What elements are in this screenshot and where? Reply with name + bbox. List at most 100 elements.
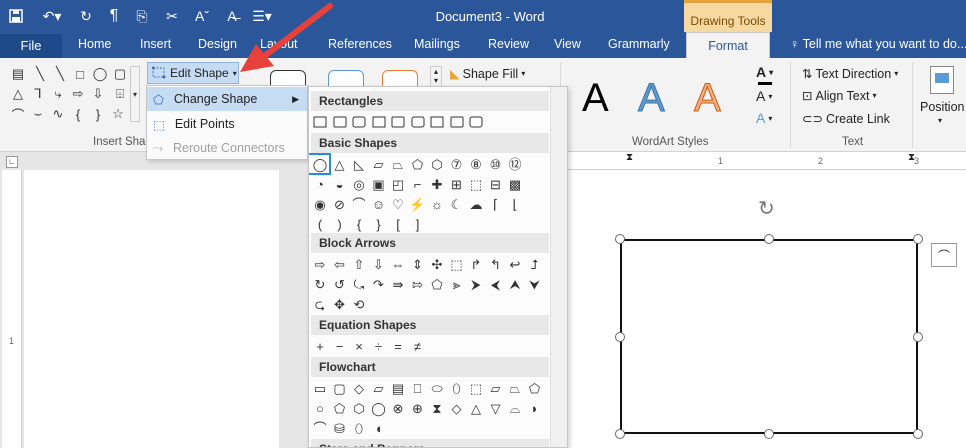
textbox-shape-icon[interactable]: ▤ xyxy=(10,66,26,82)
curve-shape-icon[interactable]: ∿ xyxy=(50,106,66,122)
flowchart-shape-icon[interactable]: ⏢ xyxy=(506,379,524,397)
wordart-black[interactable]: A xyxy=(582,76,609,121)
block-arrow-icon[interactable]: ⇩ xyxy=(370,255,388,273)
flowchart-shape-icon[interactable]: ◖ xyxy=(370,419,388,437)
block-arrow-icon[interactable]: ↰ xyxy=(487,255,505,273)
menu-item-change-shape[interactable]: ⬠ Change Shape ▶ xyxy=(147,87,307,111)
text-effects-button[interactable]: A ▾ xyxy=(756,110,772,126)
arc-shape-icon[interactable]: ⌒ xyxy=(10,106,26,123)
basic-shape-icon[interactable]: ♡ xyxy=(389,195,407,213)
undo-icon[interactable]: ↶▾ xyxy=(38,5,66,27)
block-arrow-icon[interactable]: ⇦ xyxy=(331,255,349,273)
basic-shape-icon[interactable]: ⌊ xyxy=(506,195,524,213)
block-arrow-icon[interactable]: ⬠ xyxy=(428,275,446,293)
resize-handle[interactable] xyxy=(764,429,774,439)
star-shape-icon[interactable]: ☆ xyxy=(110,106,126,122)
save-icon[interactable] xyxy=(6,5,26,27)
basic-shape-icon[interactable]: ⏢ xyxy=(389,155,407,173)
block-arrow-icon[interactable]: ⇰ xyxy=(409,275,427,293)
basic-shape-icon[interactable]: ⊞ xyxy=(448,175,466,193)
flowchart-shape-icon[interactable]: ⛁ xyxy=(331,419,349,437)
rectangle-shape-icon[interactable] xyxy=(467,113,485,131)
basic-shape-icon[interactable]: ⌈ xyxy=(487,195,505,213)
equation-shape-icon[interactable]: ÷ xyxy=(370,337,388,355)
basic-shape-icon[interactable]: ◉ xyxy=(311,195,329,213)
resize-handle[interactable] xyxy=(913,234,923,244)
flowchart-shape-icon[interactable]: ⌓ xyxy=(506,399,524,417)
connector-shape-icon[interactable]: ⅂ xyxy=(30,86,46,102)
layout-options-icon[interactable]: ⌒ xyxy=(931,243,957,267)
arrow-down-shape-icon[interactable]: ⇩ xyxy=(90,86,106,102)
block-arrow-icon[interactable]: ⤿ xyxy=(350,275,368,293)
list-icon[interactable]: ☰▾ xyxy=(250,5,274,27)
flowchart-shape-icon[interactable]: ◇ xyxy=(448,399,466,417)
equation-shape-icon[interactable]: ≠ xyxy=(409,337,427,355)
bracket-shape-icon[interactable]: ( xyxy=(311,215,329,233)
clear-format-icon[interactable]: A̶ xyxy=(222,5,242,27)
line-shape-icon[interactable]: ╲ xyxy=(52,66,68,82)
basic-shape-icon[interactable]: ☼ xyxy=(428,195,446,213)
arrow-right-shape-icon[interactable]: ⇨ xyxy=(70,86,86,102)
equation-shape-icon[interactable]: × xyxy=(350,337,368,355)
text-outline-button[interactable]: A ▾ xyxy=(756,88,772,104)
basic-shape-icon[interactable]: ☾ xyxy=(448,195,466,213)
resize-handle[interactable] xyxy=(615,332,625,342)
tab-selector-icon[interactable]: ∟ xyxy=(6,156,18,168)
block-arrow-icon[interactable]: ⮎ xyxy=(311,295,329,313)
flowchart-shape-icon[interactable]: ⏥ xyxy=(487,379,505,397)
basic-shape-icon[interactable]: ⬚ xyxy=(467,175,485,193)
text-direction-button[interactable]: ⇅ Text Direction ▾ xyxy=(802,66,898,82)
basic-shape-icon[interactable]: ▩ xyxy=(506,175,524,193)
flowchart-shape-icon[interactable]: ⬚ xyxy=(467,379,485,397)
block-arrow-icon[interactable]: ⮜ xyxy=(487,275,505,293)
basic-shape-icon[interactable]: ◎ xyxy=(350,175,368,193)
indent-marker-icon[interactable]: ⧗ xyxy=(626,152,633,163)
block-arrow-icon[interactable]: ⟲ xyxy=(350,295,368,313)
flowchart-shape-icon[interactable]: ▤ xyxy=(389,379,407,397)
block-arrow-icon[interactable]: ⇧ xyxy=(350,255,368,273)
flowchart-shape-icon[interactable]: ◇ xyxy=(350,379,368,397)
font-size-icon[interactable]: Aˇ xyxy=(192,5,212,27)
basic-shape-icon[interactable]: ⌒ xyxy=(350,195,368,213)
flowchart-shape-icon[interactable]: ◯ xyxy=(370,399,388,417)
basic-shape-icon[interactable]: ⊘ xyxy=(331,195,349,213)
equation-shape-icon[interactable]: = xyxy=(389,337,407,355)
equation-shape-icon[interactable]: − xyxy=(331,337,349,355)
flowchart-shape-icon[interactable]: ⬯ xyxy=(448,379,466,397)
align-text-button[interactable]: ⊡ Align Text ▾ xyxy=(802,88,876,104)
chevron-down-icon[interactable]: ▾ xyxy=(938,116,942,125)
block-arrow-icon[interactable]: ⮞ xyxy=(467,275,485,293)
basic-shape-icon[interactable]: ⑦ xyxy=(448,155,466,173)
block-arrow-icon[interactable]: ⮟ xyxy=(526,275,544,293)
resize-handle[interactable] xyxy=(913,429,923,439)
shape-fill-button[interactable]: ◣ Shape Fill ▾ xyxy=(450,66,525,82)
selected-rectangle-shape[interactable] xyxy=(620,239,918,434)
rectangle-shape-icon[interactable] xyxy=(350,113,368,131)
basic-shape-icon[interactable]: ◺ xyxy=(350,155,368,173)
basic-shape-icon[interactable]: ◯ xyxy=(311,155,329,173)
tab-design[interactable]: Design xyxy=(198,37,237,51)
tab-grammarly[interactable]: Grammarly xyxy=(608,37,670,51)
indent-marker-icon[interactable]: ⧗ xyxy=(908,152,915,163)
bracket-shape-icon[interactable]: ) xyxy=(331,215,349,233)
wordart-orange[interactable]: A xyxy=(694,76,722,121)
flowchart-shape-icon[interactable]: △ xyxy=(467,399,485,417)
block-arrow-icon[interactable]: ⇨ xyxy=(311,255,329,273)
basic-shape-icon[interactable]: ⊟ xyxy=(487,175,505,193)
basic-shape-icon[interactable]: ✚ xyxy=(428,175,446,193)
basic-shape-icon[interactable]: ⬡ xyxy=(428,155,446,173)
basic-shape-icon[interactable]: ⌐ xyxy=(409,175,427,193)
flowchart-shape-icon[interactable]: ⌒ xyxy=(311,419,329,437)
flowchart-shape-icon[interactable]: ▢ xyxy=(331,379,349,397)
redo-icon[interactable]: ↻ xyxy=(76,5,96,27)
cut-icon[interactable]: ✂ xyxy=(162,5,182,27)
flowchart-shape-icon[interactable]: ⊕ xyxy=(409,399,427,417)
block-arrow-icon[interactable]: ⮝ xyxy=(506,275,524,293)
block-arrow-icon[interactable]: ⪢ xyxy=(448,275,466,293)
flowchart-shape-icon[interactable]: ⧗ xyxy=(428,399,446,417)
tab-review[interactable]: Review xyxy=(488,37,529,51)
basic-shape-icon[interactable]: ⑩ xyxy=(487,155,505,173)
rectangle-shape-icon[interactable] xyxy=(389,113,407,131)
brace-shape-icon[interactable]: } xyxy=(90,106,106,122)
cylinder-shape-icon[interactable]: ⌹ xyxy=(112,86,128,102)
